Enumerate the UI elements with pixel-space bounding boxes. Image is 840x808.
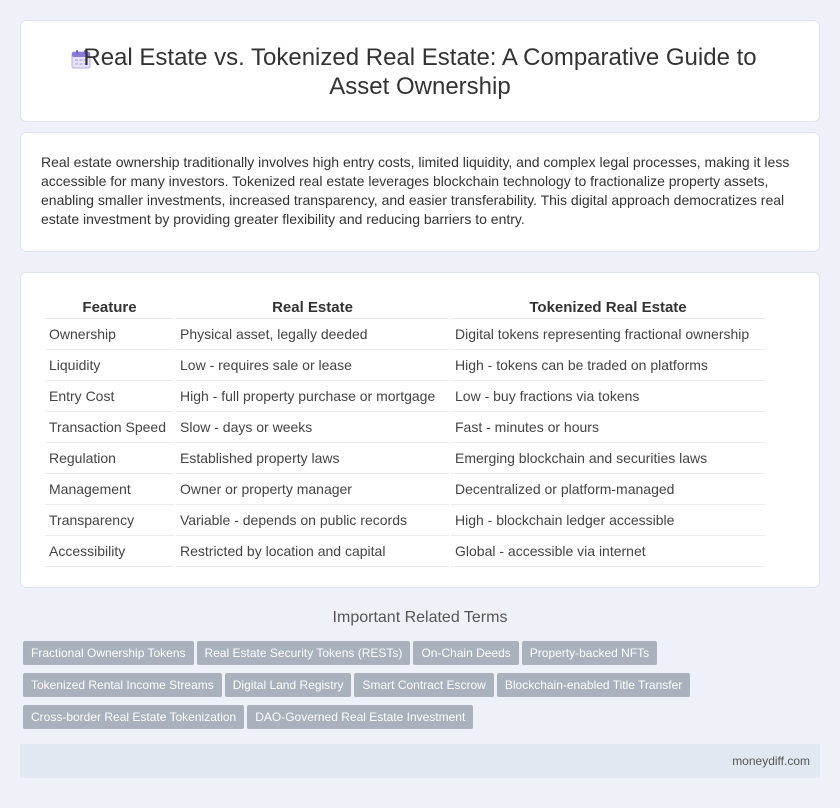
table-row: Transaction Speed Slow - days or weeks F… [45, 412, 765, 443]
table-row: Entry Cost High - full property purchase… [45, 381, 765, 412]
related-term-tag[interactable]: Smart Contract Escrow [354, 673, 494, 697]
real-estate-cell: Owner or property manager [176, 474, 449, 505]
column-header-tokenized: Tokenized Real Estate [451, 297, 765, 319]
related-term-tag[interactable]: DAO-Governed Real Estate Investment [247, 705, 474, 729]
tokenized-cell: Digital tokens representing fractional o… [451, 319, 765, 350]
related-term-tag[interactable]: Cross-border Real Estate Tokenization [23, 705, 245, 729]
table-row: Ownership Physical asset, legally deeded… [45, 319, 765, 350]
related-term-tag[interactable]: Blockchain-enabled Title Transfer [496, 673, 691, 697]
footer-site-link[interactable]: moneydiff.com [732, 754, 810, 768]
related-term-tag[interactable]: Real Estate Security Tokens (RESTs) [196, 641, 411, 665]
real-estate-cell: Variable - depends on public records [176, 505, 449, 536]
page-title: Real Estate vs. Tokenized Real Estate: A… [83, 44, 757, 100]
tokenized-cell: Fast - minutes or hours [451, 412, 765, 443]
tokenized-cell: Low - buy fractions via tokens [451, 381, 765, 412]
real-estate-cell: Restricted by location and capital [176, 536, 449, 567]
real-estate-cell: Established property laws [176, 443, 449, 474]
related-terms-list: Fractional Ownership Tokens Real Estate S… [23, 641, 743, 737]
column-header-real-estate: Real Estate [176, 297, 449, 319]
feature-cell: Liquidity [45, 350, 174, 381]
feature-cell: Accessibility [45, 536, 174, 567]
tokenized-cell: Global - accessible via internet [451, 536, 765, 567]
title-card: Real Estate vs. Tokenized Real Estate: A… [20, 20, 820, 122]
feature-cell: Ownership [45, 319, 174, 350]
comparison-table: Feature Real Estate Tokenized Real Estat… [43, 297, 767, 567]
comparison-card: Feature Real Estate Tokenized Real Estat… [20, 272, 820, 588]
feature-cell: Entry Cost [45, 381, 174, 412]
related-term-tag[interactable]: Fractional Ownership Tokens [23, 641, 194, 665]
real-estate-cell: Low - requires sale or lease [176, 350, 449, 381]
table-header-row: Feature Real Estate Tokenized Real Estat… [45, 297, 765, 319]
related-terms-heading: Important Related Terms [332, 609, 508, 626]
tokenized-cell: Decentralized or platform-managed [451, 474, 765, 505]
table-row: Regulation Established property laws Eme… [45, 443, 765, 474]
tokenized-cell: High - tokens can be traded on platforms [451, 350, 765, 381]
related-term-tag[interactable]: Property-backed NFTs [521, 641, 658, 665]
feature-cell: Transparency [45, 505, 174, 536]
related-term-tag[interactable]: Tokenized Rental Income Streams [23, 673, 222, 697]
real-estate-cell: High - full property purchase or mortgag… [176, 381, 449, 412]
tokenized-cell: Emerging blockchain and securities laws [451, 443, 765, 474]
table-row: Liquidity Low - requires sale or lease H… [45, 350, 765, 381]
related-term-tag[interactable]: On-Chain Deeds [413, 641, 519, 665]
table-row: Management Owner or property manager Dec… [45, 474, 765, 505]
feature-cell: Transaction Speed [45, 412, 174, 443]
intro-card: Real estate ownership traditionally invo… [20, 132, 820, 252]
table-row: Transparency Variable - depends on publi… [45, 505, 765, 536]
real-estate-cell: Slow - days or weeks [176, 412, 449, 443]
real-estate-cell: Physical asset, legally deeded [176, 319, 449, 350]
column-header-feature: Feature [45, 297, 174, 319]
footer: moneydiff.com [20, 744, 820, 778]
intro-paragraph: Real estate ownership traditionally invo… [41, 154, 790, 227]
table-row: Accessibility Restricted by location and… [45, 536, 765, 567]
feature-cell: Management [45, 474, 174, 505]
tokenized-cell: High - blockchain ledger accessible [451, 505, 765, 536]
related-term-tag[interactable]: Digital Land Registry [224, 673, 352, 697]
feature-cell: Regulation [45, 443, 174, 474]
